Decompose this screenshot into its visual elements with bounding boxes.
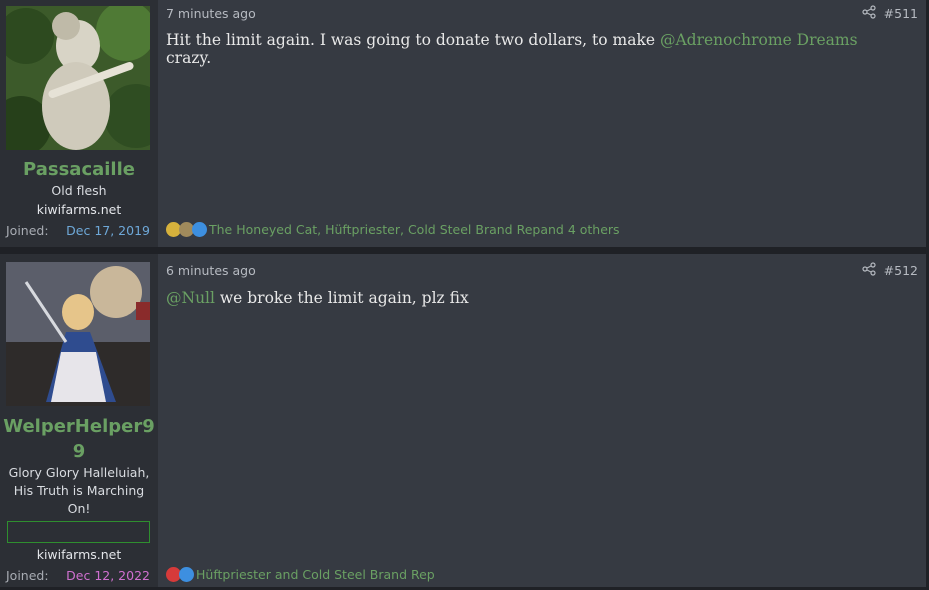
- user-site: kiwifarms.net: [36, 547, 122, 562]
- reaction-others[interactable]: and 4 others: [540, 222, 619, 237]
- message-text: Hit the limit again. I was going to dona…: [166, 31, 660, 49]
- reaction-users[interactable]: Hüftpriester and Cold Steel Brand Rep: [196, 567, 435, 582]
- user-title-line: On!: [67, 501, 91, 516]
- reaction-users[interactable]: The Honeyed Cat, Hüftpriester, Cold Stee…: [209, 222, 540, 237]
- share-icon[interactable]: [862, 5, 876, 23]
- post-512: WelperHelper9 9 Glory Glory Halleluiah, …: [0, 254, 926, 587]
- joined-label: Joined:: [6, 223, 49, 238]
- joined-date: Dec 17, 2019: [66, 223, 150, 238]
- username[interactable]: WelperHelper9: [0, 414, 158, 439]
- reactions-bar[interactable]: The Honeyed Cat, Hüftpriester, Cold Stee…: [166, 222, 620, 237]
- post-time[interactable]: 6 minutes ago: [166, 263, 256, 278]
- user-sidebar: Passacaille Old flesh kiwifarms.net Join…: [0, 0, 158, 247]
- message-text: we broke the limit again, plz fix: [214, 289, 469, 307]
- post-message: @Null we broke the limit again, plz fix: [166, 289, 906, 307]
- user-mention[interactable]: @Null: [166, 289, 215, 307]
- username[interactable]: Passacaille: [0, 157, 158, 182]
- username-wrap[interactable]: 9: [0, 439, 158, 464]
- share-icon[interactable]: [862, 262, 876, 280]
- like-icon: [179, 567, 194, 582]
- post-number[interactable]: #512: [884, 263, 918, 278]
- user-title: Glory Glory Halleluiah, His Truth is Mar…: [8, 464, 150, 518]
- user-title-line: Glory Glory Halleluiah,: [8, 465, 150, 480]
- post-time[interactable]: 7 minutes ago: [166, 6, 256, 21]
- reactions-bar[interactable]: Hüftpriester and Cold Steel Brand Rep: [166, 567, 435, 582]
- user-mention[interactable]: @Adrenochrome Dreams: [660, 31, 858, 49]
- user-banner: [7, 521, 150, 543]
- joined-label: Joined:: [6, 568, 49, 583]
- avatar[interactable]: [6, 6, 150, 150]
- user-title-line: His Truth is Marching: [13, 483, 145, 498]
- post-511: Passacaille Old flesh kiwifarms.net Join…: [0, 0, 926, 247]
- user-sidebar: WelperHelper9 9 Glory Glory Halleluiah, …: [0, 254, 158, 587]
- joined-date: Dec 12, 2022: [66, 568, 150, 583]
- like-icon: [192, 222, 207, 237]
- post-number[interactable]: #511: [884, 6, 918, 21]
- post-message: Hit the limit again. I was going to dona…: [166, 31, 906, 67]
- avatar[interactable]: [6, 262, 150, 406]
- user-site: kiwifarms.net: [36, 202, 122, 217]
- user-title: Old flesh: [51, 183, 107, 198]
- message-text: crazy.: [166, 49, 212, 67]
